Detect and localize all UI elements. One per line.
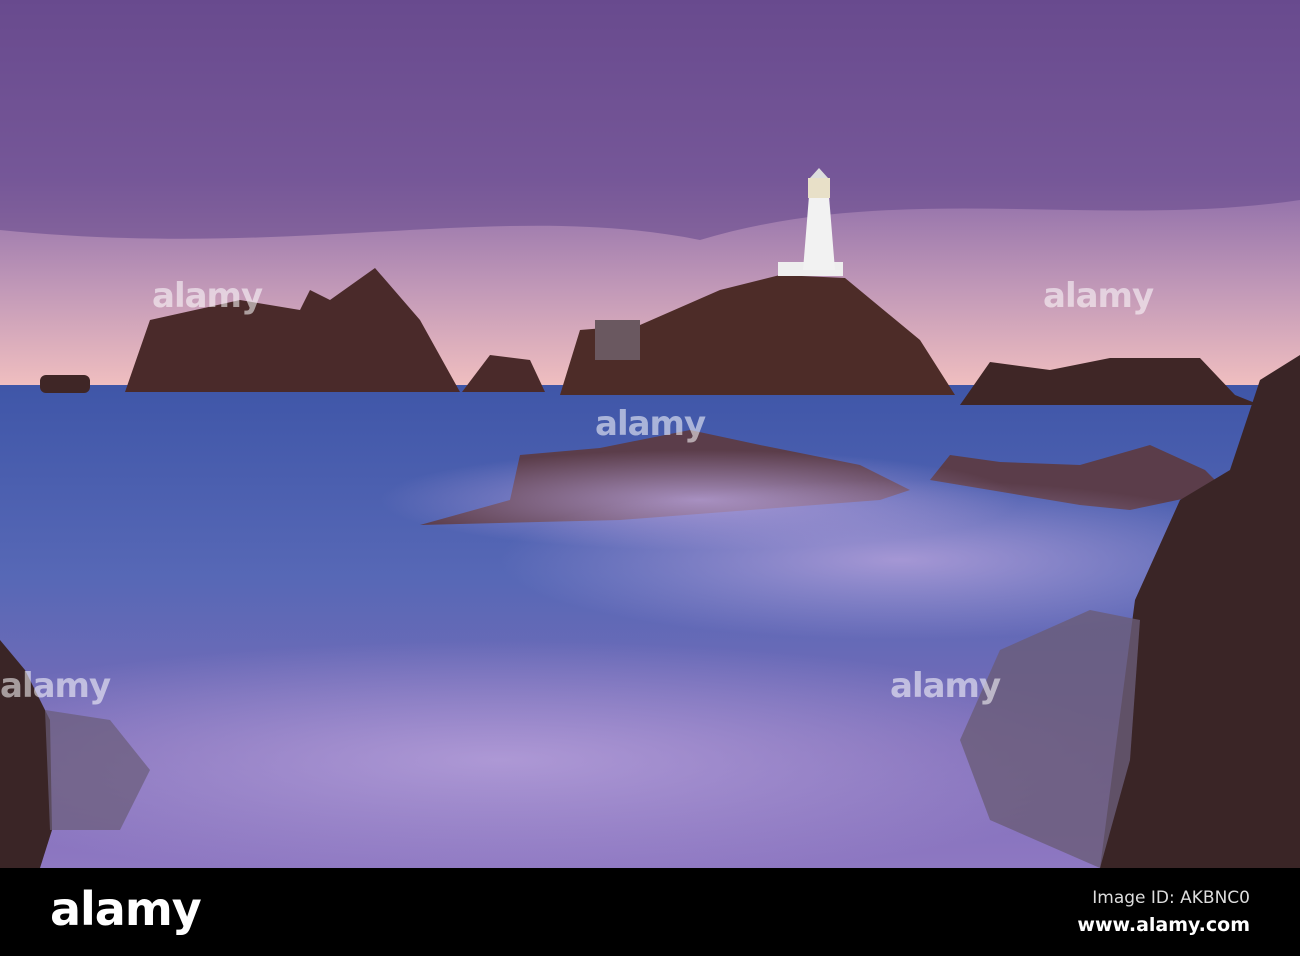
footer-bar: alamy Image ID: AKBNC0 www.alamy.com [0, 868, 1300, 956]
watermark: alamy [1043, 276, 1154, 316]
watermark: alamy [0, 666, 111, 706]
site-url: www.alamy.com [1077, 914, 1250, 936]
alamy-logo: alamy [50, 882, 202, 936]
watermark: alamy [890, 666, 1001, 706]
watermark: alamy [152, 276, 263, 316]
image-id: Image ID: AKBNC0 [1092, 888, 1250, 908]
watermark: alamy [595, 404, 706, 444]
